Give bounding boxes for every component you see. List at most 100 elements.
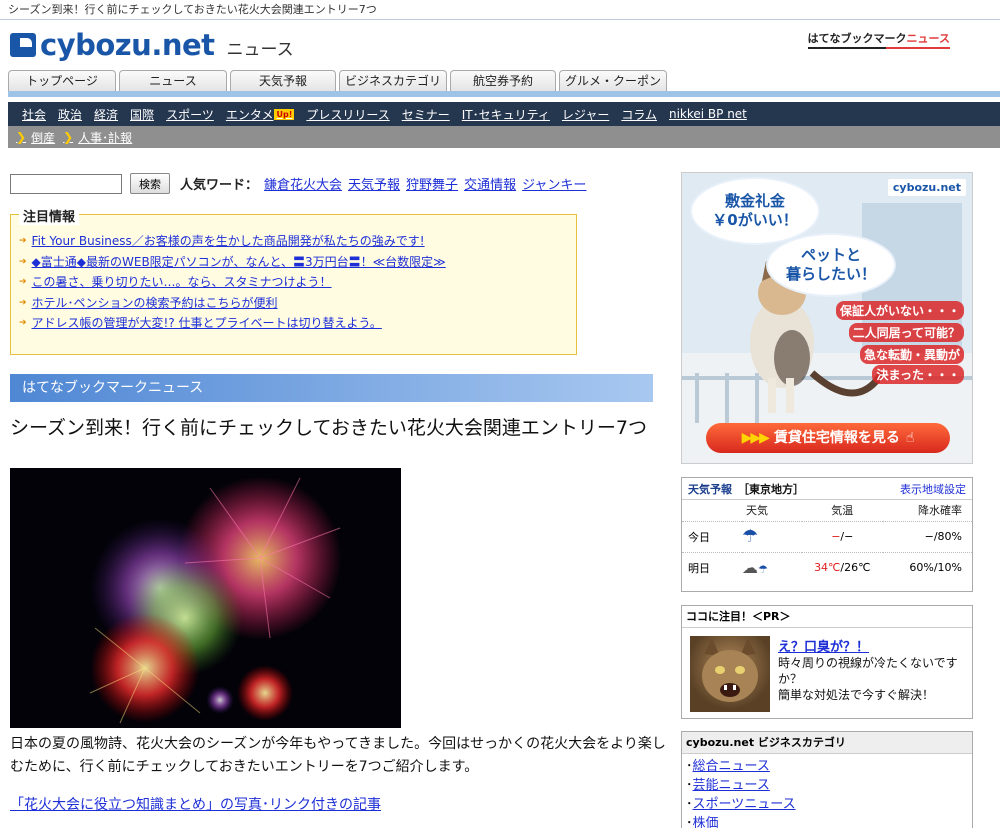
- nav-seminar[interactable]: セミナー: [402, 106, 450, 123]
- weather-title-group: 天気予報 ［東京地方］: [688, 481, 804, 497]
- biz-link[interactable]: スポーツニュース: [693, 797, 796, 812]
- subnav-bankruptcy[interactable]: ❯ 倒産: [16, 129, 55, 146]
- pr-text: 時々周りの視線が冷たくないですか？ 簡単な対処法で今すぐ解決！: [778, 656, 958, 702]
- rental-housing-ad[interactable]: cybozu.net 敷金礼金 ￥0がいい！ ペットと 暮らしたい！ 保証人がい…: [681, 172, 973, 464]
- business-category-list: ･総合ニュース ･芸能ニュース ･スポーツニュース ･株価: [682, 754, 972, 828]
- notice-link[interactable]: この暑さ、乗り切りたい…。なら、スタミナつけよう！: [32, 272, 332, 292]
- biz-link[interactable]: 株価: [693, 816, 719, 828]
- top-breadcrumb-title: シーズン到来！行く前にチェックしておきたい花火大会関連エントリー7つ: [0, 0, 1000, 20]
- logo-tld: .net: [151, 28, 215, 62]
- tab-top[interactable]: トップページ: [8, 70, 116, 91]
- up-badge: Up!: [274, 108, 295, 120]
- subnav-personnel-label: 人事･訃報: [78, 130, 133, 145]
- weather-region-settings-link[interactable]: 表示地域設定: [900, 481, 966, 497]
- biz-link[interactable]: 総合ニュース: [693, 759, 770, 774]
- hand-cursor-icon: ☝: [905, 430, 915, 446]
- popular-word[interactable]: 鎌倉花火大会: [264, 174, 342, 193]
- article-photo-link[interactable]: 「花火大会に役立つ知識まとめ」の写真･リンク付きの記事: [10, 794, 381, 814]
- notice-title: 注目情報: [19, 206, 80, 225]
- notice-item: ➔ ◆富士通◆最新のWEB限定パソコンが、なんと、〓3万円台〓！≪台数限定≫: [19, 252, 446, 273]
- subnav-personnel[interactable]: ❯ 人事･訃報: [63, 129, 132, 146]
- weather-temp: 34℃/26℃: [802, 551, 883, 583]
- nav-it-security[interactable]: IT･セキュリティ: [462, 106, 550, 123]
- ad-cta-button[interactable]: ▶▶▶ 賃貸住宅情報を見る ☝: [706, 423, 950, 453]
- tab-gourmet[interactable]: グルメ・クーポン: [559, 70, 667, 91]
- ad-text-line: 保証人がいない・・・: [835, 301, 964, 320]
- notice-item: ➔ この暑さ、乗り切りたい…。なら、スタミナつけよう！: [19, 272, 446, 293]
- notice-item: ➔ アドレス帳の管理が大変!? 仕事とプライベートは切り替えよう。: [19, 313, 446, 334]
- arrow-right-icon: ➔: [19, 277, 27, 288]
- nav-entertainment[interactable]: エンタメ Up!: [226, 106, 295, 123]
- fireworks-photo: [10, 468, 401, 728]
- weather-col-rain: 降水確率: [918, 504, 962, 518]
- nav-entertainment-label: エンタメ: [225, 107, 274, 122]
- cybozu-logo[interactable]: cybozu.net ニュース: [10, 28, 294, 62]
- hatena-bookmark-news-badge[interactable]: はてなブックマークニュース: [807, 30, 951, 49]
- sub-nav: ❯ 倒産 ❯ 人事･訃報: [8, 126, 1000, 148]
- popular-word[interactable]: 交通情報: [464, 174, 516, 193]
- pr-link[interactable]: え？口臭が？！: [778, 636, 869, 655]
- article-title: シーズン到来！行く前にチェックしておきたい花火大会関連エントリー7つ: [10, 417, 648, 439]
- logo-text: cybozu.net: [40, 28, 215, 62]
- nav-politics[interactable]: 政治: [58, 106, 82, 123]
- weather-col-temp: 気温: [831, 504, 854, 518]
- cat-thumbnail[interactable]: [690, 636, 770, 712]
- pr-box: ココに注目！＜PR＞ え？口臭が？！ 時々周りの視線が冷たくないですか？ 簡単な…: [681, 605, 973, 719]
- chevron-right-icon: ❯: [63, 130, 74, 144]
- nav-press-release[interactable]: プレスリリース: [306, 106, 389, 123]
- notice-link[interactable]: ホテル･ペンションの検索予約はこちらが便利: [32, 293, 278, 313]
- tab-business[interactable]: ビジネスカテゴリ: [339, 70, 447, 91]
- ad-text-line: 二人同居って可能？: [848, 323, 964, 342]
- search-button[interactable]: 検索: [130, 173, 170, 194]
- popular-words-label: 人気ワード：: [180, 178, 259, 193]
- cat-face-icon: [702, 638, 758, 702]
- weather-header: 天気予報 ［東京地方］ 表示地域設定: [682, 478, 972, 500]
- weather-widget: 天気予報 ［東京地方］ 表示地域設定 天気 気温 降水確率 今日 ☂ −/− −/…: [681, 477, 973, 592]
- biz-link[interactable]: 芸能ニュース: [693, 778, 770, 793]
- search-input[interactable]: [10, 173, 122, 194]
- ad-bubble-deposit: 敷金礼金 ￥0がいい！: [692, 179, 818, 243]
- ad-text-line: 決まった・・・: [872, 365, 964, 384]
- subnav-bankruptcy-label: 倒産: [31, 130, 56, 145]
- nav-economy[interactable]: 経済: [94, 106, 118, 123]
- arrow-right-icon: ➔: [19, 297, 27, 308]
- fireworks-illustration: [89, 476, 342, 724]
- popular-word[interactable]: ジャンキー: [522, 174, 586, 193]
- tab-air-ticket[interactable]: 航空券予約: [450, 70, 556, 91]
- notice-link[interactable]: ◆富士通◆最新のWEB限定パソコンが、なんと、〓3万円台〓！≪台数限定≫: [32, 252, 446, 272]
- weather-rain: 60%/10%: [882, 551, 972, 583]
- nav-column[interactable]: コラム: [621, 106, 657, 123]
- business-category-header: cybozu.net ビジネスカテゴリ: [682, 732, 972, 754]
- main-tabs: トップページ ニュース 天気予報 ビジネスカテゴリ 航空券予約 グルメ・クーポン: [8, 70, 670, 91]
- tab-weather[interactable]: 天気予報: [230, 70, 336, 91]
- nav-sports[interactable]: スポーツ: [166, 106, 214, 123]
- weather-row-tomorrow: 明日 ☁☂ 34℃/26℃ 60%/10%: [682, 551, 972, 583]
- tab-news[interactable]: ニュース: [119, 70, 227, 91]
- popular-word[interactable]: 狩野舞子: [406, 174, 458, 193]
- weather-title[interactable]: 天気予報: [688, 483, 732, 496]
- popular-word[interactable]: 天気予報: [348, 174, 400, 193]
- nav-leisure[interactable]: レジャー: [562, 106, 609, 123]
- ad-text-line: 急な転勤・異動が: [859, 345, 964, 364]
- list-item: ･スポーツニュース: [686, 797, 796, 812]
- nav-society[interactable]: 社会: [22, 106, 46, 123]
- notice-link[interactable]: Fit Your Business／お客様の声を生かした商品開発が私たちの強みで…: [32, 231, 425, 251]
- weather-day: 明日: [682, 551, 742, 583]
- business-category-box: cybozu.net ビジネスカテゴリ ･総合ニュース ･芸能ニュース ･スポー…: [681, 731, 973, 828]
- arrow-right-icon: ➔: [19, 256, 27, 267]
- weather-rain: −/80%: [882, 520, 972, 552]
- nav-nikkei-bp[interactable]: nikkei BP net: [669, 107, 747, 121]
- rain-cloud-icon: ☁☂: [742, 551, 802, 583]
- ad-cta-label: 賃貸住宅情報を見る: [773, 430, 900, 446]
- weather-col-day: [682, 500, 742, 521]
- list-item: ･総合ニュース: [686, 759, 770, 774]
- notice-box: 注目情報 ➔ Fit Your Business／お客様の声を生かした商品開発が私…: [10, 206, 577, 355]
- umbrella-icon: ☂: [742, 520, 802, 552]
- nav-international[interactable]: 国際: [130, 106, 154, 123]
- arrow-right-icon: ➔: [19, 236, 27, 247]
- weather-row-today: 今日 ☂ −/− −/80%: [682, 520, 972, 552]
- temp-low: 26℃: [844, 561, 871, 575]
- search-row: 検索 人気ワード： 鎌倉花火大会 天気予報 狩野舞子 交通情報 ジャンキー: [10, 173, 586, 194]
- section-header-hatena: はてなブックマークニュース: [10, 374, 653, 402]
- notice-link[interactable]: アドレス帳の管理が大変!? 仕事とプライベートは切り替えよう。: [32, 313, 382, 333]
